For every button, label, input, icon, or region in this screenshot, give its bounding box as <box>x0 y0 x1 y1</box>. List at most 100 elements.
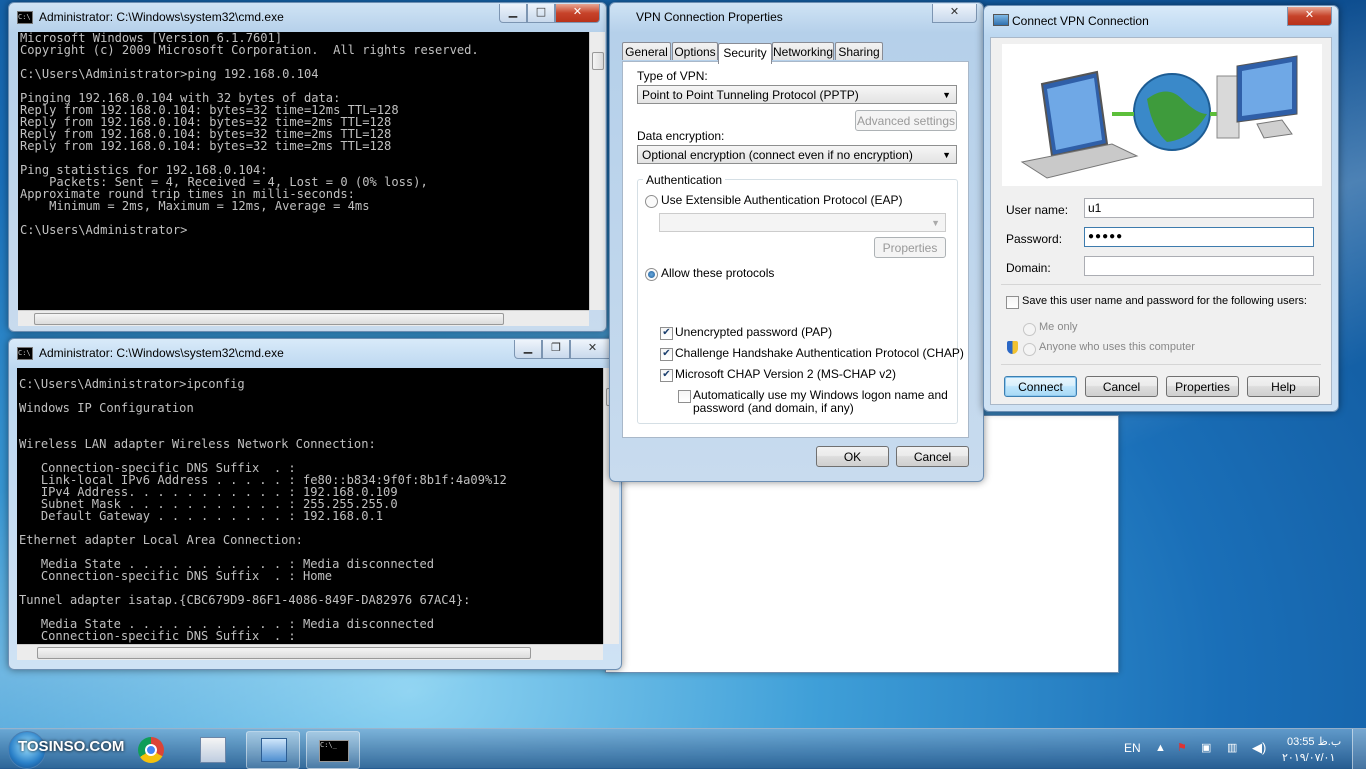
volume-icon[interactable]: ◀) <box>1252 740 1266 756</box>
shield-icon <box>1007 341 1018 354</box>
cmd-icon: C:\ <box>17 347 33 360</box>
minimize-button[interactable]: ▁ <box>499 4 527 23</box>
chevron-down-icon: ▼ <box>931 218 940 228</box>
mschap-checkbox[interactable]: ✔ <box>660 369 673 382</box>
eap-radio[interactable] <box>645 195 658 208</box>
device-icon[interactable]: ▣ <box>1201 741 1211 754</box>
divider <box>1001 364 1321 365</box>
vpn-illustration <box>1020 55 1298 179</box>
clock-time[interactable]: 03:55 ب.ظ <box>1287 735 1341 748</box>
save-credentials-checkbox[interactable] <box>1006 296 1019 309</box>
data-encryption-select[interactable]: Optional encryption (connect even if no … <box>637 145 957 164</box>
cmd-icon: C:\_ <box>319 740 349 762</box>
console-output[interactable]: C:\Users\Administrator>ipconfig Windows … <box>17 368 603 654</box>
tab-sharing[interactable]: Sharing <box>835 42 883 60</box>
authentication-label: Authentication <box>643 173 726 187</box>
restore-button[interactable]: ❐ <box>542 340 570 359</box>
cancel-button[interactable]: Cancel <box>896 446 969 467</box>
dialog-title: VPN Connection Properties <box>636 10 783 24</box>
taskbar-cmd[interactable]: C:\_ <box>306 731 360 769</box>
data-encryption-label: Data encryption: <box>637 129 725 143</box>
eap-method-select[interactable]: ▼ <box>659 213 946 232</box>
properties-button[interactable]: Properties <box>1166 376 1239 397</box>
scroll-thumb[interactable] <box>34 313 504 325</box>
connect-vpn-dialog[interactable]: Connect VPN Connection ✕ User name: u1 P… <box>983 5 1339 412</box>
watermark-text: TOSINSO.COM <box>18 738 125 755</box>
cmd-titlebar[interactable]: C:\ Administrator: C:\Windows\system32\c… <box>9 3 606 31</box>
me-only-radio[interactable] <box>1023 323 1036 336</box>
allow-protocols-radio[interactable] <box>645 268 658 281</box>
autologon-checkbox[interactable] <box>678 390 691 403</box>
anyone-radio[interactable] <box>1023 343 1036 356</box>
taskbar-snipping[interactable] <box>186 731 238 767</box>
action-center-icon[interactable]: ⚑ <box>1177 741 1187 754</box>
domain-input[interactable] <box>1084 256 1314 276</box>
taskbar-chrome[interactable] <box>126 731 178 767</box>
cmd-icon: C:\ <box>17 11 33 24</box>
taskbar-network-center[interactable] <box>246 731 300 769</box>
help-button[interactable]: Help <box>1247 376 1320 397</box>
show-hidden-icons[interactable]: ▲ <box>1155 742 1166 754</box>
close-button[interactable]: ✕ <box>1287 7 1332 26</box>
server-icon <box>1216 55 1298 139</box>
clock-date[interactable]: ۲۰۱۹/۰۷/۰۱ <box>1282 751 1335 764</box>
autologon-label-line2: password (and domain, if any) <box>693 401 854 415</box>
cmd-titlebar[interactable]: C:\ Administrator: C:\Windows\system32\c… <box>9 339 621 367</box>
dialog-titlebar[interactable]: VPN Connection Properties ✕ <box>610 3 983 31</box>
window-title: Administrator: C:\Windows\system32\cmd.e… <box>39 346 284 360</box>
vpn-banner-image <box>1002 44 1322 186</box>
chap-checkbox[interactable]: ✔ <box>660 348 673 361</box>
vpn-properties-dialog[interactable]: VPN Connection Properties ✕ General Opti… <box>609 2 984 482</box>
anyone-label: Anyone who uses this computer <box>1039 341 1195 353</box>
language-indicator[interactable]: EN <box>1124 741 1141 755</box>
eap-properties-button[interactable]: Properties <box>874 237 946 258</box>
chevron-down-icon: ▼ <box>942 150 951 160</box>
console-output[interactable]: Microsoft Windows [Version 6.1.7601] Cop… <box>18 32 589 310</box>
scroll-thumb[interactable] <box>37 647 531 659</box>
connect-button[interactable]: Connect <box>1004 376 1077 397</box>
tab-general[interactable]: General <box>622 42 671 60</box>
autologon-label: Automatically use my Windows logon name … <box>693 388 948 402</box>
taskbar: TOSINSO.COM C:\_ EN ▲ ⚑ ▣ ▥ ◀) 03:55 ب.ظ… <box>0 728 1366 769</box>
cmd-window-ping[interactable]: C:\ Administrator: C:\Windows\system32\c… <box>8 2 607 332</box>
dialog-title: Connect VPN Connection <box>1012 14 1149 28</box>
laptop-icon <box>1020 70 1139 179</box>
vpn-type-select[interactable]: Point to Point Tunneling Protocol (PPTP)… <box>637 85 957 104</box>
tab-security[interactable]: Security <box>718 43 772 64</box>
show-desktop-button[interactable] <box>1352 729 1366 769</box>
data-encryption-value: Optional encryption (connect even if no … <box>642 148 913 162</box>
cmd-window-ipconfig[interactable]: C:\ Administrator: C:\Windows\system32\c… <box>8 338 622 670</box>
advanced-settings-button[interactable]: Advanced settings <box>855 110 957 131</box>
allow-protocols-label: Allow these protocols <box>661 266 775 280</box>
horizontal-scrollbar[interactable] <box>18 310 589 326</box>
me-only-label: Me only <box>1039 321 1078 333</box>
divider <box>1001 284 1321 285</box>
horizontal-scrollbar[interactable] <box>17 644 603 660</box>
chap-label: Challenge Handshake Authentication Proto… <box>675 346 964 360</box>
security-tab-panel: Type of VPN: Point to Point Tunneling Pr… <box>622 61 969 438</box>
vpn-type-label: Type of VPN: <box>637 69 708 83</box>
cancel-button[interactable]: Cancel <box>1085 376 1158 397</box>
vertical-scrollbar[interactable] <box>589 32 605 310</box>
tab-networking[interactable]: Networking <box>772 42 834 60</box>
chrome-icon <box>138 737 164 763</box>
scissors-icon <box>200 737 226 763</box>
scroll-thumb[interactable] <box>592 52 604 70</box>
pap-checkbox[interactable]: ✔ <box>660 327 673 340</box>
domain-label: Domain: <box>1006 261 1051 275</box>
tab-options[interactable]: Options <box>672 42 718 60</box>
maximize-button[interactable]: □ <box>527 4 555 23</box>
pap-label: Unencrypted password (PAP) <box>675 325 833 339</box>
close-button[interactable]: ✕ <box>932 4 977 23</box>
username-label: User name: <box>1006 203 1069 217</box>
network-status-icon[interactable]: ▥ <box>1227 741 1237 754</box>
dialog-titlebar[interactable]: Connect VPN Connection ✕ <box>984 6 1338 34</box>
password-input[interactable]: ●●●●● <box>1084 227 1314 247</box>
ok-button[interactable]: OK <box>816 446 889 467</box>
mschap-label: Microsoft CHAP Version 2 (MS-CHAP v2) <box>675 367 896 381</box>
minimize-button[interactable]: ▁ <box>514 340 542 359</box>
close-button[interactable]: ✕ <box>555 4 600 23</box>
network-center-icon <box>261 738 287 762</box>
username-input[interactable]: u1 <box>1084 198 1314 218</box>
eap-label: Use Extensible Authentication Protocol (… <box>661 193 903 207</box>
